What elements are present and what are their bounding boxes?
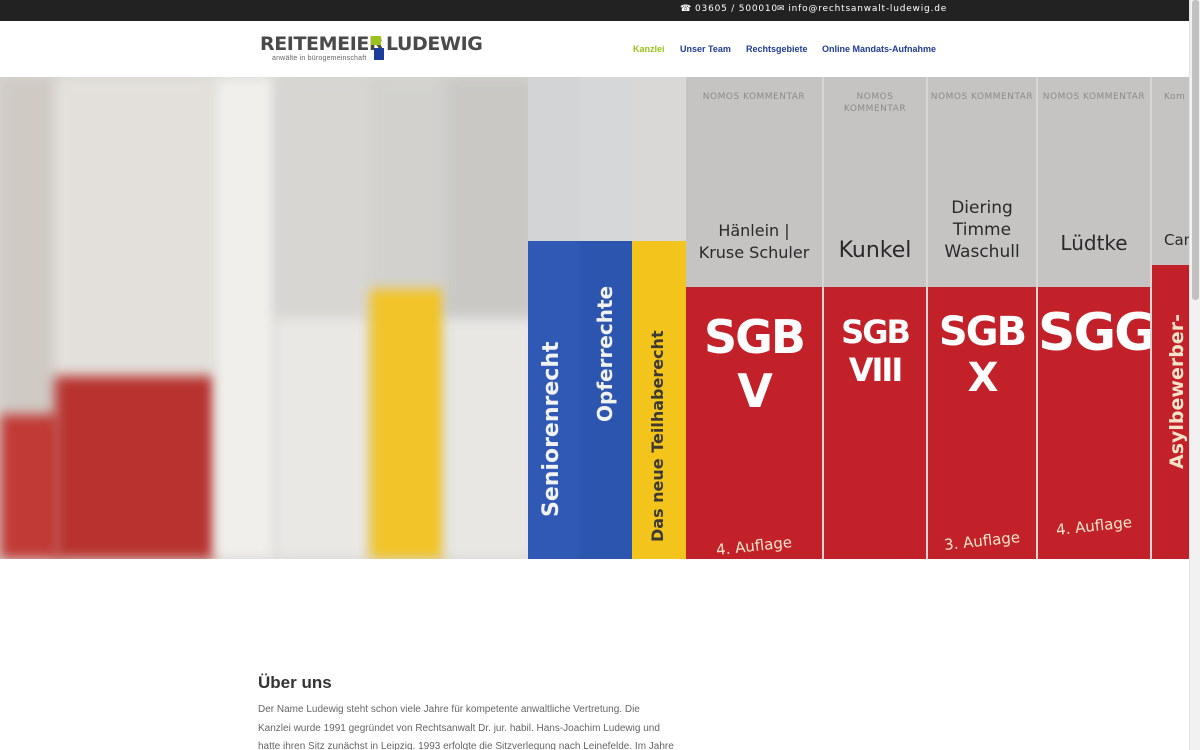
paragraph-line: Kanzlei wurde 1991 gegründet von Rechtsa… [258,722,660,734]
email-contact[interactable]: ✉ info@rechtsanwalt-ludewig.de [777,4,947,14]
book-spine-opferrechte: Opferrechte [580,77,632,559]
phone-icon: ☎ [680,4,693,14]
paragraph-line: hatte ihren Sitz zunächst in Leipzig. 19… [258,741,674,750]
logo-name-left: REITEMEIER [260,33,384,55]
book-title: SGB VIII [841,313,911,389]
book-publisher: NOMOS KOMMENTAR [843,92,907,114]
book-sgb-v: NOMOS KOMMENTAR Hänlein | Kruse Schuler … [686,77,822,559]
book-title: SGB X [938,309,1027,401]
spine-title: Seniorenrecht [539,341,564,517]
logo-green-square [371,36,381,45]
book-authors: Diering Timme Waschull [944,198,1020,262]
top-bar: ☎ 03605 / 500010 ✉ info@rechtsanwalt-ludew… [0,0,1189,21]
book-publisher: NOMOS KOMMENTAR [930,92,1034,102]
blurred-book [445,77,535,559]
section-title: Über uns [258,673,332,692]
book-sgb-viii: NOMOS KOMMENTAR Kunkel SGB VIII [824,77,926,559]
blurred-book [275,77,370,559]
book-spine-seniorenrecht: Seniorenrecht [528,77,580,559]
spine-title: Asylbewerber- [1166,314,1188,469]
book-authors: Can [1164,231,1189,249]
hero-image: Seniorenrecht Opferrechte Das neue Teilh… [0,77,1189,559]
phone-contact[interactable]: ☎ 03605 / 500010 [680,4,778,14]
book-publisher: Kom [1164,92,1186,102]
site-logo[interactable]: REITEMEIER LUDEWIG anwälte in bürogemein… [260,33,483,67]
page-scrollbar[interactable] [1189,0,1200,750]
nav-item-unser-team[interactable]: Unser Team [680,44,731,54]
spine-title: Das neue Teilhaberecht [648,330,667,542]
paragraph-line: Der Name Ludewig steht schon viele Jahre… [258,704,640,715]
book-publisher: NOMOS KOMMENTAR [1042,92,1146,102]
book-title: SGG [1038,303,1150,363]
envelope-icon: ✉ [777,4,786,14]
book-title: SGB V [704,310,806,418]
nav-item-rechtsgebiete[interactable]: Rechtsgebiete [746,44,808,54]
book-authors: Lüdtke [1060,231,1128,255]
page: ☎ 03605 / 500010 ✉ info@rechtsanwalt-ludew… [0,0,1200,750]
spine-title: Opferrechte [593,285,617,422]
blurred-book [215,77,275,559]
blurred-book [0,77,60,559]
logo-tagline: anwälte in bürogemeinschaft [272,55,367,62]
blurred-book [55,77,215,559]
scrollbar-thumb[interactable] [1192,0,1199,300]
nav-item-kanzlei[interactable]: Kanzlei [633,44,665,54]
nav-item-online-mandats-aufnahme[interactable]: Online Mandats-Aufnahme [822,44,936,54]
logo-name-right: LUDEWIG [386,33,483,55]
blurred-book [370,77,445,559]
book-authors: Hänlein | Kruse Schuler [698,221,810,262]
book-sgb-x: NOMOS KOMMENTAR Diering Timme Waschull S… [928,77,1036,559]
logo-blue-square [374,48,384,60]
email-address: info@rechtsanwalt-ludewig.de [788,4,948,14]
book-authors: Kunkel [838,238,912,263]
book-sgg: NOMOS KOMMENTAR Lüdtke SGG 4. Auflage [1038,77,1150,559]
book-publisher: NOMOS KOMMENTAR [702,92,806,102]
about-paragraph: Der Name Ludewig steht schon viele Jahre… [258,701,674,750]
site-header: REITEMEIER LUDEWIG anwälte in bürogemein… [0,21,1189,77]
book-asylbewerber: Kom Can Asylbewerber- [1152,77,1189,559]
phone-number: 03605 / 500010 [695,4,778,14]
book-spine-teilhaberecht: Das neue Teilhaberecht [632,77,686,559]
